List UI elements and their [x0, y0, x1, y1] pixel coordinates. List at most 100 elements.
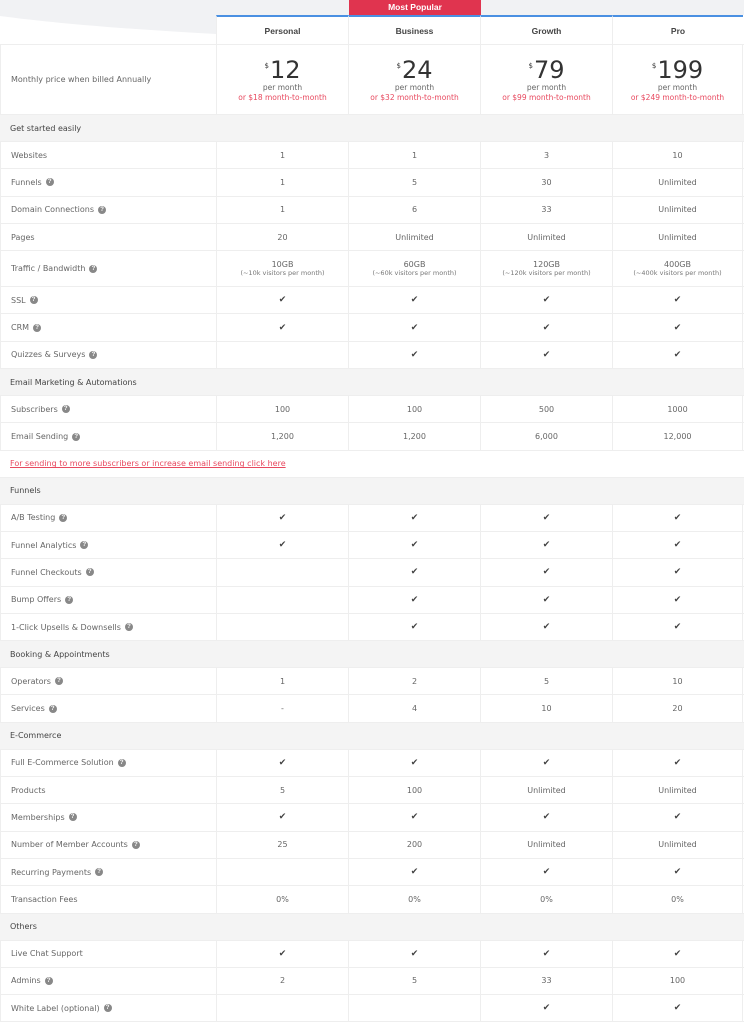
- help-icon[interactable]: ?: [61, 405, 70, 414]
- value-cell-growth: ✔: [480, 341, 612, 369]
- feature-label-cell: Operators?: [0, 668, 216, 695]
- feature-value: 25: [277, 840, 288, 850]
- value-cell-growth: 6,000: [480, 423, 612, 450]
- help-icon[interactable]: ?: [72, 432, 81, 441]
- feature-row-1-click-upsells-downsells: 1-Click Upsells & Downsells? ✔ ✔ ✔: [0, 613, 744, 642]
- feature-label-cell: Memberships?: [0, 804, 216, 831]
- check-icon: ✔: [278, 322, 287, 333]
- feature-label: Operators: [11, 676, 51, 686]
- help-icon[interactable]: ?: [124, 623, 133, 631]
- feature-value: 200: [406, 840, 423, 850]
- value-cell-personal: 1: [216, 142, 348, 169]
- check-icon: ✔: [542, 322, 551, 333]
- price-amount: 12: [269, 56, 301, 84]
- feature-label: Transaction Fees: [11, 894, 78, 904]
- feature-label: Recurring Payments: [11, 867, 92, 877]
- feature-value: 100: [406, 785, 423, 795]
- feature-label: SSL: [11, 295, 26, 305]
- feature-value: Unlimited: [658, 785, 697, 795]
- check-icon: ✔: [410, 512, 419, 523]
- value-cell-business: ✔: [348, 613, 480, 641]
- feature-row-funnels: Funnels? 1 5 30 Unlimited: [0, 169, 744, 197]
- check-icon: ✔: [542, 567, 551, 578]
- value-cell-personal: [216, 995, 348, 1022]
- check-icon: ✔: [542, 812, 551, 823]
- help-icon[interactable]: ?: [103, 1004, 112, 1013]
- feature-row-traffic-bandwidth: Traffic / Bandwidth? 10GB (~10k visitors p…: [0, 251, 744, 288]
- help-icon[interactable]: ?: [68, 813, 77, 822]
- currency-symbol: $: [396, 62, 401, 70]
- feature-label-cell: CRM?: [0, 314, 216, 341]
- feature-label-cell: Transaction Fees: [0, 886, 216, 913]
- feature-label-cell: Domain Connections?: [0, 196, 216, 223]
- email-upgrade-link[interactable]: For sending to more subscribers or incre…: [10, 459, 286, 468]
- check-icon: ✔: [542, 540, 551, 551]
- check-icon: ✔: [410, 948, 419, 959]
- feature-value: -: [281, 704, 284, 714]
- help-icon[interactable]: ?: [44, 976, 53, 985]
- per-month-label: per month: [657, 83, 698, 92]
- value-cell-growth: ✔: [480, 613, 612, 641]
- currency-symbol: $: [264, 62, 269, 70]
- feature-label: White Label (optional): [11, 1003, 100, 1013]
- help-icon[interactable]: ?: [89, 264, 98, 273]
- feature-label: Memberships: [11, 812, 65, 822]
- check-icon: ✔: [542, 512, 551, 523]
- value-cell-personal: ✔: [216, 749, 348, 777]
- feature-row-full-e-commerce-solution: Full E-Commerce Solution? ✔ ✔ ✔ ✔: [0, 749, 744, 778]
- feature-label: Bump Offers: [11, 595, 62, 605]
- help-icon[interactable]: ?: [45, 178, 54, 187]
- value-cell-personal: [216, 559, 348, 586]
- feature-row-services: Services? - 4 10 20: [0, 695, 744, 723]
- value-cell-personal: 20: [216, 223, 348, 251]
- help-icon[interactable]: ?: [85, 568, 94, 577]
- value-cell-pro: 400GB (~400k visitors per month): [612, 251, 743, 287]
- value-cell-growth: 33: [480, 967, 612, 995]
- help-icon[interactable]: ?: [54, 677, 63, 686]
- value-cell-growth: Unlimited: [480, 831, 612, 858]
- feature-value: Unlimited: [527, 785, 566, 795]
- help-icon[interactable]: ?: [59, 513, 68, 522]
- value-cell-growth: ✔: [480, 858, 612, 886]
- help-icon[interactable]: ?: [95, 868, 104, 877]
- help-icon[interactable]: ?: [29, 296, 38, 305]
- feature-value: 0%: [540, 894, 553, 904]
- help-icon[interactable]: ?: [65, 595, 74, 604]
- help-icon[interactable]: ?: [89, 350, 98, 359]
- check-icon: ✔: [542, 594, 551, 605]
- feature-value: Unlimited: [658, 177, 697, 187]
- feature-value-note: (~120k visitors per month): [502, 269, 591, 278]
- feature-value: 10: [672, 150, 683, 160]
- feature-label-cell: Funnel Checkouts?: [0, 559, 216, 586]
- value-cell-pro: 12,000: [612, 423, 743, 450]
- help-icon[interactable]: ?: [117, 758, 126, 767]
- feature-label: Number of Member Accounts: [11, 840, 128, 850]
- section-header-e-commerce: E-Commerce: [0, 722, 744, 750]
- feature-value: 0%: [671, 894, 684, 904]
- value-cell-pro: Unlimited: [612, 169, 743, 196]
- feature-value: 1: [279, 676, 286, 686]
- feature-row-domain-connections: Domain Connections? 1 6 33 Unlimited: [0, 196, 744, 224]
- check-icon: ✔: [278, 812, 287, 823]
- feature-label-cell: Websites: [0, 142, 216, 169]
- check-icon: ✔: [410, 540, 419, 551]
- help-icon[interactable]: ?: [80, 541, 89, 550]
- value-cell-pro: 1000: [612, 396, 743, 423]
- help-icon[interactable]: ?: [131, 840, 140, 849]
- value-cell-business: ✔: [348, 341, 480, 369]
- value-cell-pro: ✔: [612, 504, 743, 531]
- price-cell-growth: $79 per month or $99 month-to-month: [480, 45, 612, 114]
- feature-label: Websites: [11, 150, 48, 160]
- help-icon[interactable]: ?: [33, 323, 42, 332]
- check-icon: ✔: [542, 622, 551, 632]
- check-icon: ✔: [410, 594, 419, 605]
- help-icon[interactable]: ?: [98, 205, 107, 214]
- feature-label: Email Sending: [11, 432, 69, 442]
- value-cell-business: ✔: [348, 804, 480, 831]
- value-cell-pro: 100: [612, 967, 743, 995]
- help-icon[interactable]: ?: [48, 704, 57, 713]
- feature-value: 12,000: [663, 432, 692, 442]
- value-cell-growth: 0%: [480, 886, 612, 913]
- value-cell-personal: 2: [216, 967, 348, 995]
- feature-row-white-label-optional: White Label (optional)? ✔ ✔: [0, 995, 744, 1023]
